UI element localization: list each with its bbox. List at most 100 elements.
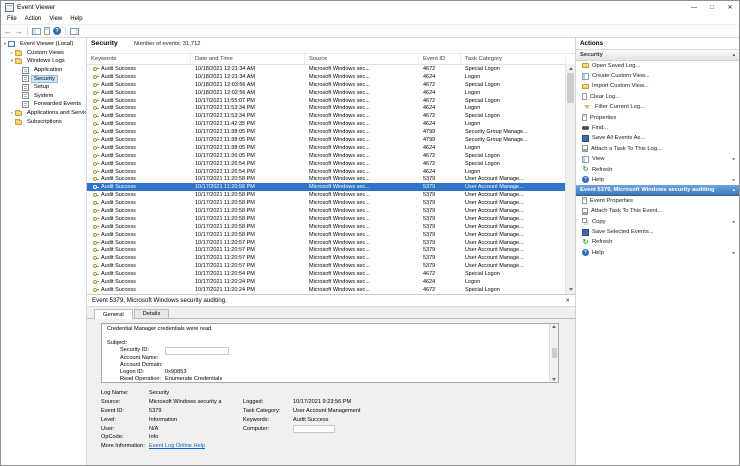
action-attach-a-task-to-this-log[interactable]: Attach a Task To This Log... — [576, 144, 739, 154]
action-attach-task-to-this-event[interactable]: Attach Task To This Event... — [576, 206, 739, 216]
scrollbar-thumb[interactable] — [551, 348, 557, 358]
field-value-box — [165, 347, 229, 355]
column-header-source[interactable]: Source — [305, 54, 419, 64]
action-create-custom-view[interactable]: Create Custom View... — [576, 71, 739, 81]
table-row[interactable]: Audit Success 10/17/2021 11:20:57 PM Micro… — [87, 262, 566, 270]
table-row[interactable]: Audit Success 10/18/2021 12:21:34 AM Micro… — [87, 65, 566, 73]
show-hide-console-tree-icon[interactable] — [32, 27, 41, 35]
scroll-down-icon[interactable] — [552, 378, 556, 381]
scroll-down-icon[interactable] — [566, 285, 575, 294]
column-header-date-and-time[interactable]: Date and Time — [191, 54, 305, 64]
table-row[interactable]: Audit Success 10/17/2021 11:20:54 PM Micro… — [87, 270, 566, 278]
tree-item-custom-views[interactable]: ▹ Custom Views — [1, 49, 86, 58]
table-row[interactable]: Audit Success 10/17/2021 11:20:57 PM Micro… — [87, 239, 566, 247]
keywords-text: Audit Success — [101, 113, 136, 120]
scroll-up-icon[interactable] — [552, 325, 556, 328]
table-row[interactable]: Audit Success 10/18/2021 12:03:56 AM Micro… — [87, 81, 566, 89]
table-row[interactable]: Audit Success 10/17/2021 11:26:54 PM Micro… — [87, 160, 566, 168]
scroll-up-icon[interactable] — [566, 64, 575, 73]
action-open-saved-log[interactable]: Open Saved Log... — [576, 61, 739, 71]
show-hide-action-pane-icon[interactable] — [70, 27, 79, 35]
menu-help[interactable]: Help — [66, 16, 86, 22]
menu-view[interactable]: View — [45, 16, 66, 22]
action-event-properties[interactable]: Event Properties — [576, 196, 739, 206]
action-save-all-events-as[interactable]: Save All Events As... — [576, 133, 739, 143]
table-row[interactable]: Audit Success 10/17/2021 11:20:57 PM Micro… — [87, 246, 566, 254]
table-row[interactable]: Audit Success 10/17/2021 11:38:05 PM Micro… — [87, 144, 566, 152]
action-help[interactable]: ? Help ▸ — [576, 248, 739, 258]
table-row[interactable]: Audit Success 10/17/2021 11:20:57 PM Micro… — [87, 254, 566, 262]
forward-icon[interactable]: → — [15, 27, 23, 36]
table-row[interactable]: Audit Success 10/17/2021 11:26:54 PM Micro… — [87, 168, 566, 176]
source-cell: Microsoft Windows sec... — [309, 271, 370, 278]
tab-general[interactable]: General — [94, 309, 133, 319]
keywords-cell: Audit Success — [87, 224, 191, 230]
action-clear-log[interactable]: Clear Log... — [576, 92, 739, 102]
column-header-event-id[interactable]: Event ID — [419, 54, 461, 64]
help-icon[interactable]: ? — [53, 27, 61, 35]
tree-item-event-viewer-local[interactable]: ▾ Event Viewer (Local) — [1, 40, 86, 49]
back-icon[interactable]: ← — [4, 27, 12, 36]
tree-item-subscriptions[interactable]: Subscriptions — [1, 117, 86, 126]
table-row[interactable]: Audit Success 10/18/2021 12:21:34 AM Micro… — [87, 73, 566, 81]
action-filter-current-log[interactable]: Filter Current Log... — [576, 102, 739, 112]
event-id-cell: 5379 — [423, 247, 436, 254]
table-row[interactable]: Audit Success 10/17/2021 11:20:58 PM Micro… — [87, 191, 566, 199]
date-time-cell: 10/17/2021 11:20:58 PM — [195, 184, 255, 191]
table-row[interactable]: Audit Success 10/17/2021 11:20:24 PM Micro… — [87, 278, 566, 286]
table-row[interactable]: Audit Success 10/17/2021 11:38:05 PM Micro… — [87, 136, 566, 144]
column-header-task-category[interactable]: Task Category — [461, 54, 566, 64]
task-category-cell: Special Logon — [465, 113, 500, 120]
maximize-button[interactable]: □ — [703, 1, 721, 14]
event-log-online-help-link[interactable]: Event Log Online Help — [149, 443, 243, 449]
action-help[interactable]: ? Help ▸ — [576, 175, 739, 185]
preview-close-icon[interactable]: ✕ — [565, 298, 570, 304]
table-row[interactable]: Audit Success 10/17/2021 11:20:58 PM Micro… — [87, 215, 566, 223]
close-button[interactable]: ✕ — [721, 1, 739, 14]
scrollbar-track[interactable] — [566, 73, 575, 285]
field-row-level: Level: Information Keywords: Audit Success — [101, 415, 559, 424]
menu-file[interactable]: File — [3, 16, 21, 22]
actions-section-event-5379-microsoft-windows-security-auditing[interactable]: Event 5379, Microsoft Windows security a… — [576, 185, 739, 196]
action-refresh[interactable]: ↻ Refresh — [576, 237, 739, 247]
action-properties[interactable]: Properties — [576, 112, 739, 122]
table-row[interactable]: Audit Success 10/17/2021 11:20:58 PM Micro… — [87, 175, 566, 183]
action-view[interactable]: View ▸ — [576, 154, 739, 164]
actions-sections: Security ▴ Open Saved Log... Create Custom … — [576, 50, 739, 258]
tree-item-windows-logs[interactable]: ▾ Windows Logs — [1, 57, 86, 66]
tree-item-application[interactable]: Application — [1, 66, 86, 75]
table-row[interactable]: Audit Success 10/17/2021 11:53:34 PM Micro… — [87, 104, 566, 112]
tab-details[interactable]: Details — [133, 309, 170, 318]
table-row[interactable]: Audit Success 10/17/2021 11:36:05 PM Micro… — [87, 152, 566, 160]
action-find[interactable]: Find... — [576, 123, 739, 133]
tree-item-system[interactable]: System — [1, 92, 86, 101]
action-save-selected-events[interactable]: Save Selected Events... — [576, 227, 739, 237]
properties-icon[interactable] — [44, 27, 50, 35]
scrollbar-thumb[interactable] — [567, 73, 574, 103]
action-copy[interactable]: Copy ▸ — [576, 216, 739, 226]
table-row[interactable]: Audit Success 10/17/2021 11:38:05 PM Micro… — [87, 128, 566, 136]
event-description: Credential Manager credentials were read… — [107, 326, 213, 332]
table-row[interactable]: Audit Success 10/17/2021 11:20:58 PM Micro… — [87, 199, 566, 207]
description-scrollbar[interactable] — [549, 324, 558, 382]
table-row[interactable]: Audit Success 10/17/2021 11:20:58 PM Micro… — [87, 183, 566, 192]
table-row[interactable]: Audit Success 10/17/2021 11:20:24 PM Micro… — [87, 286, 566, 294]
list-scrollbar[interactable] — [565, 64, 575, 294]
tree-item-applications-and-services-log[interactable]: ▹Applications and Services Log — [1, 109, 86, 118]
table-row[interactable]: Audit Success 10/18/2021 12:02:56 AM Micro… — [87, 89, 566, 97]
actions-section-security[interactable]: Security ▴ — [576, 50, 739, 61]
tree-item-setup[interactable]: Setup — [1, 83, 86, 92]
minimize-button[interactable]: — — [685, 1, 703, 14]
action-import-custom-view[interactable]: Import Custom View... — [576, 81, 739, 91]
table-row[interactable]: Audit Success 10/17/2021 11:20:58 PM Micro… — [87, 207, 566, 215]
table-row[interactable]: Audit Success 10/17/2021 11:55:07 PM Micro… — [87, 97, 566, 105]
tree-item-forwarded-events[interactable]: Forwarded Events — [1, 100, 86, 109]
table-row[interactable]: Audit Success 10/17/2021 11:20:58 PM Micro… — [87, 223, 566, 231]
menu-action[interactable]: Action — [21, 16, 46, 22]
column-header-keywords[interactable]: Keywords — [87, 54, 191, 64]
tree-item-security[interactable]: Security — [1, 74, 86, 83]
table-row[interactable]: Audit Success 10/17/2021 11:42:35 PM Micro… — [87, 120, 566, 128]
table-row[interactable]: Audit Success 10/17/2021 11:20:58 PM Micro… — [87, 231, 566, 239]
table-row[interactable]: Audit Success 10/17/2021 11:53:34 PM Micro… — [87, 112, 566, 120]
action-refresh[interactable]: ↻ Refresh — [576, 164, 739, 174]
